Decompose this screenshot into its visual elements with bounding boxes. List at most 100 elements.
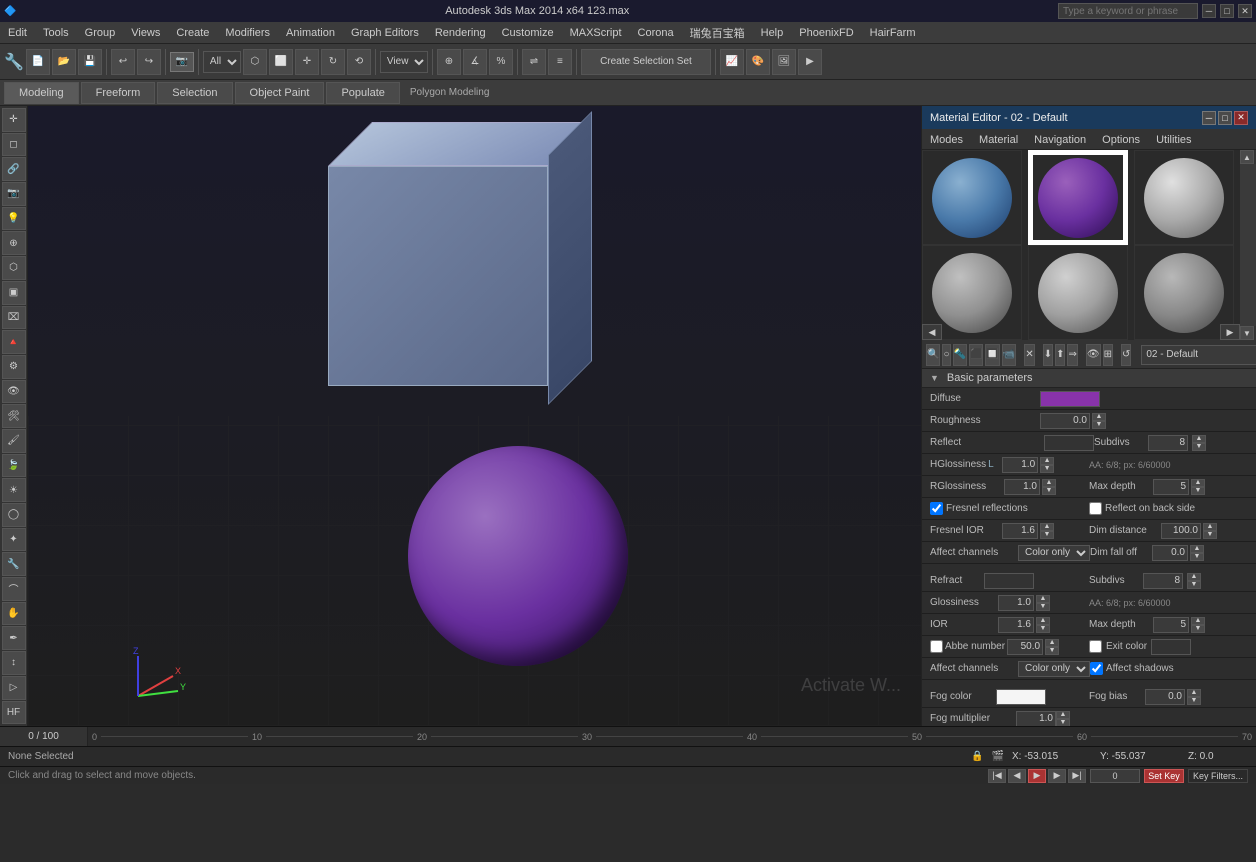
mat-menu-utilities[interactable]: Utilities [1148,132,1199,148]
exit-color-checkbox[interactable] [1089,640,1102,653]
menu-group[interactable]: Group [77,25,124,41]
mat-editor-close[interactable]: ✕ [1234,111,1248,125]
search-input[interactable] [1058,3,1198,19]
geo-tool[interactable]: ▣ [2,281,26,305]
roughness-up[interactable]: ▲ [1092,413,1106,421]
menu-modifiers[interactable]: Modifiers [217,25,278,41]
move-tool[interactable]: ✛ [2,108,26,132]
anim-prev-start[interactable]: |◀ [988,769,1006,783]
roughness-down[interactable]: ▼ [1092,421,1106,429]
bend-tool[interactable]: ⌒ [2,577,26,601]
roughness-value[interactable] [1040,413,1090,429]
mat-show-map-btn[interactable]: 👁 [1086,344,1101,366]
maxdepth-value[interactable] [1153,479,1189,495]
display-tool[interactable]: 👁 [2,380,26,404]
dim-falloff-value[interactable] [1152,545,1188,561]
keyframe-btn[interactable]: Set Key [1144,769,1184,783]
link-tool[interactable]: 🔗 [2,157,26,181]
mat-editor-maximize[interactable]: □ [1218,111,1232,125]
wrench-tool[interactable]: 🔧 [2,552,26,576]
menu-animation[interactable]: Animation [278,25,343,41]
menu-help[interactable]: Help [753,25,792,41]
anim-next-frame[interactable]: ▶ [1048,769,1066,783]
angle-snap-btn[interactable]: ∡ [463,49,487,75]
menu-phoenixfd[interactable]: PhoenixFD [791,25,861,41]
tab-populate[interactable]: Populate [326,82,399,104]
scroll-up-btn[interactable]: ▲ [1240,150,1254,164]
refract-subdivs-down[interactable]: ▼ [1187,581,1201,589]
dim-falloff-up[interactable]: ▲ [1190,545,1204,553]
abbe-value[interactable] [1007,639,1043,655]
rglossiness-value[interactable] [1004,479,1040,495]
mat-sample-type-btn[interactable]: ○ [942,344,950,366]
refract-color-swatch[interactable] [984,573,1034,589]
mat-sample-uv-btn[interactable]: 🔲 [985,344,999,366]
refract-maxdepth-down[interactable]: ▼ [1191,625,1205,633]
refract-maxdepth-value[interactable] [1153,617,1189,633]
menu-rbt[interactable]: 瑞兔百宝箱 [682,23,753,43]
utils-tool[interactable]: 🛠 [2,404,26,428]
diffuse-color-swatch[interactable] [1040,391,1100,407]
rglossiness-down[interactable]: ▼ [1042,487,1056,495]
mat-menu-material[interactable]: Material [971,132,1026,148]
open-button[interactable]: 📂 [52,49,76,75]
tab-object-paint[interactable]: Object Paint [235,82,325,104]
rotate-button[interactable]: ↻ [321,49,345,75]
exit-color-swatch[interactable] [1151,639,1191,655]
abbe-checkbox[interactable] [930,640,943,653]
mirror-btn[interactable]: ⇌ [522,49,546,75]
abbe-down[interactable]: ▼ [1045,647,1059,655]
fog-bias-up[interactable]: ▲ [1187,689,1201,697]
timeline[interactable]: 0 / 100 0 10 20 30 40 50 60 70 [0,726,1256,746]
scroll-right-btn[interactable]: ▶ [1220,324,1240,340]
mat-pick-btn[interactable]: 🔍 [926,344,940,366]
mat-menu-navigation[interactable]: Navigation [1026,132,1094,148]
camera-tool[interactable]: 📷 [2,182,26,206]
filter-select[interactable]: All [203,51,241,73]
key-filters-btn[interactable]: Key Filters... [1188,769,1248,783]
glossiness-value[interactable] [998,595,1034,611]
glossiness-down[interactable]: ▼ [1036,603,1050,611]
menu-maxscript[interactable]: MAXScript [562,25,630,41]
reflect-back-checkbox[interactable] [1089,502,1102,515]
light-tool[interactable]: 💡 [2,207,26,231]
ior-value[interactable] [998,617,1034,633]
select-tool[interactable]: ◻ [2,133,26,157]
menu-graph-editors[interactable]: Graph Editors [343,25,427,41]
tab-selection[interactable]: Selection [157,82,232,104]
fog-multiplier-down[interactable]: ▼ [1056,719,1070,727]
view-select[interactable]: View [380,51,428,73]
menu-customize[interactable]: Customize [494,25,562,41]
refract-subdivs-up[interactable]: ▲ [1187,573,1201,581]
sphere-object[interactable] [408,446,628,666]
undo-button[interactable]: ↩ [111,49,135,75]
mat-bg-btn[interactable]: ⬛ [969,344,983,366]
ior-down[interactable]: ▼ [1036,625,1050,633]
mat-show-all-btn[interactable]: ⊞ [1103,344,1113,366]
menu-create[interactable]: Create [168,25,217,41]
mat-assign-btn[interactable]: ⇒ [1067,344,1077,366]
anim-play[interactable]: ▶ [1028,769,1046,783]
fog-bias-down[interactable]: ▼ [1187,697,1201,705]
mat-backlight-btn[interactable]: 🔦 [953,344,967,366]
modifier-tool[interactable]: ⌧ [2,306,26,330]
maxdepth-down[interactable]: ▼ [1191,487,1205,495]
material-sphere-5[interactable] [1134,245,1234,340]
dim-falloff-down[interactable]: ▼ [1190,553,1204,561]
curve-editor-btn[interactable]: 📈 [720,49,744,75]
move-button[interactable]: ✛ [295,49,319,75]
scroll-down-btn[interactable]: ▼ [1240,326,1254,340]
select-object-button[interactable]: ⬡ [243,49,267,75]
dim-distance-value[interactable] [1161,523,1201,539]
select-region-button[interactable]: ⬜ [269,49,293,75]
timeline-track[interactable]: 0 10 20 30 40 50 60 70 [88,727,1256,746]
shape-tool[interactable]: ⬡ [2,256,26,280]
scroll-left-btn[interactable]: ◀ [922,324,942,340]
anim-next-end[interactable]: ▶| [1068,769,1086,783]
material-sphere-1[interactable] [1028,150,1128,245]
anim-prev-frame[interactable]: ◀ [1008,769,1026,783]
refract-maxdepth-up[interactable]: ▲ [1191,617,1205,625]
basic-params-header[interactable]: ▼ Basic parameters [922,369,1256,388]
render-btn[interactable]: 🖼 [772,49,796,75]
dim-distance-down[interactable]: ▼ [1203,531,1217,539]
